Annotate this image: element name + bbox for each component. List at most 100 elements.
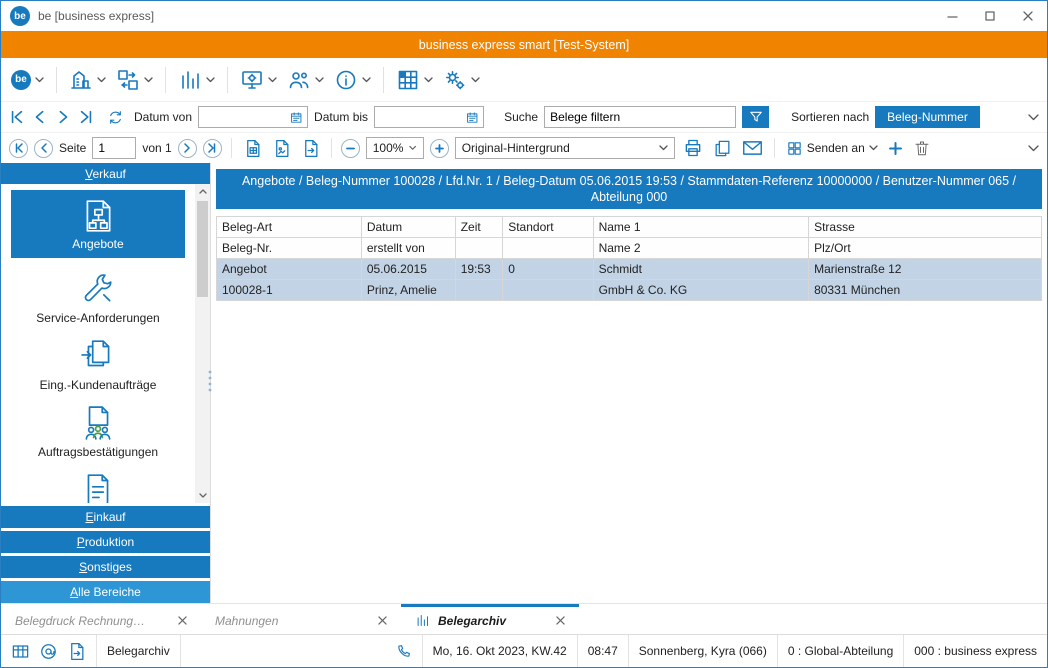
- senden-an-button[interactable]: Senden an: [784, 137, 880, 160]
- trash-icon: [913, 139, 931, 157]
- be-menu-button[interactable]: be: [9, 67, 46, 93]
- tab-mahnungen[interactable]: Mahnungen: [201, 604, 401, 634]
- copy-pages-button[interactable]: [711, 136, 734, 161]
- toolbar-divider: [227, 67, 228, 93]
- refresh-button[interactable]: [107, 109, 124, 126]
- delete-button[interactable]: [911, 136, 933, 160]
- sidebar-item-angebote[interactable]: Angebote: [11, 190, 185, 258]
- print-button[interactable]: [681, 135, 705, 161]
- sort-field-button[interactable]: Beleg-Nummer: [875, 106, 980, 128]
- maximize-button[interactable]: [971, 1, 1009, 31]
- chevron-down-icon: [268, 77, 277, 83]
- sidebar-item-service-anforderungen[interactable]: Service-Anforderungen: [1, 271, 195, 325]
- document-tabstrip: Belegdruck Rechnung… Mahnungen Belegarch…: [1, 603, 1047, 634]
- angebote-icon: [80, 198, 116, 234]
- chevron-down-icon: [315, 77, 324, 83]
- status-phone[interactable]: [385, 635, 423, 667]
- search-input[interactable]: [550, 108, 730, 126]
- first-record-button[interactable]: [9, 109, 25, 125]
- zoom-out-button[interactable]: [341, 139, 360, 158]
- preview-dropdown-chevron[interactable]: [1028, 145, 1039, 152]
- table-cell: Prinz, Amelie: [361, 280, 455, 301]
- sidebar-item-label: Eing.-Kundenaufträge: [40, 379, 157, 392]
- sort-dropdown-chevron[interactable]: [1028, 114, 1039, 121]
- minimize-icon: [947, 11, 958, 22]
- toolbar-divider: [383, 67, 384, 93]
- sidebar-section-alle-bereiche[interactable]: Alle Bereiche: [1, 581, 210, 603]
- sidebar-splitter[interactable]: [206, 368, 214, 394]
- sidebar-section-verkauf[interactable]: Verkauf: [1, 163, 210, 184]
- minus-icon: [346, 144, 355, 153]
- tab-close-icon[interactable]: [178, 616, 187, 625]
- background-select[interactable]: Original-Hintergrund: [455, 137, 675, 159]
- datum-bis-input[interactable]: [380, 108, 462, 126]
- previous-record-button[interactable]: [32, 109, 48, 125]
- table-row[interactable]: Angebot 05.06.2015 19:53 0 Schmidt Marie…: [217, 259, 1042, 280]
- company-menu-button[interactable]: [67, 65, 108, 95]
- transfer-menu-button[interactable]: [114, 65, 155, 95]
- transfer-icon: [116, 68, 140, 92]
- table-row[interactable]: 100028-1 Prinz, Amelie GmbH & Co. KG 803…: [217, 280, 1042, 301]
- window-controls: [933, 1, 1047, 31]
- sidebar-section-produktion[interactable]: Produktion: [1, 531, 210, 553]
- status-web-button[interactable]: [39, 642, 58, 661]
- page-first-button[interactable]: [9, 139, 28, 158]
- sidebar-section-einkauf[interactable]: Einkauf: [1, 506, 210, 528]
- content-area: Angebote / Beleg-Nummer 100028 / Lfd.Nr.…: [211, 163, 1047, 603]
- sidebar-item-label: Auftragsbestätigungen: [38, 446, 158, 459]
- tab-close-icon[interactable]: [378, 616, 387, 625]
- sidebar-scrollbar[interactable]: [195, 184, 210, 503]
- toolbar-divider: [774, 138, 775, 158]
- sidebar-item-partial[interactable]: [1, 472, 195, 503]
- export-image-button[interactable]: [270, 136, 293, 161]
- calendar-icon[interactable]: [290, 110, 302, 125]
- page-next-button[interactable]: [178, 139, 197, 158]
- phone-icon: [395, 643, 412, 660]
- window-title: be [business express]: [38, 9, 154, 23]
- add-button[interactable]: [886, 138, 905, 159]
- email-button[interactable]: [740, 136, 765, 160]
- tab-close-icon[interactable]: [556, 616, 565, 625]
- table-cell: [503, 280, 593, 301]
- scroll-down-button[interactable]: [195, 488, 210, 503]
- status-icons: [1, 635, 97, 667]
- last-record-button[interactable]: [78, 109, 94, 125]
- export-table-button[interactable]: [241, 136, 264, 161]
- zoom-in-button[interactable]: [430, 139, 449, 158]
- system-settings-menu-button[interactable]: [238, 65, 279, 95]
- search-field: [544, 106, 736, 128]
- page-prev-button[interactable]: [34, 139, 53, 158]
- alle-bereiche-label: Alle Bereiche: [70, 585, 141, 599]
- status-user: Sonnenberg, Kyra (066): [629, 635, 778, 667]
- table-cell: [455, 280, 503, 301]
- sidebar-item-eing-kundenauftraege[interactable]: Eing.-Kundenaufträge: [1, 338, 195, 392]
- filter-bar: Datum von Datum bis Suche Sortieren nach…: [1, 101, 1047, 132]
- user-admin-menu-button[interactable]: [285, 65, 326, 95]
- export-send-button[interactable]: [299, 136, 322, 161]
- sidebar-item-auftragsbestaetigungen[interactable]: Auftragsbestätigungen: [1, 405, 195, 459]
- tab-belegarchiv[interactable]: Belegarchiv: [401, 604, 579, 634]
- page-last-button[interactable]: [203, 139, 222, 158]
- minimize-button[interactable]: [933, 1, 971, 31]
- status-table-button[interactable]: [11, 642, 30, 661]
- next-record-button[interactable]: [55, 109, 71, 125]
- services-menu-button[interactable]: [441, 65, 482, 95]
- status-spacer: [181, 635, 385, 667]
- sidebar-scroll-area: Angebote Service-Anforderungen Eing.-Kun…: [1, 184, 210, 503]
- sidebar-item-label: Service-Anforderungen: [36, 312, 159, 325]
- filter-button[interactable]: [742, 106, 769, 128]
- info-menu-button[interactable]: [332, 65, 373, 95]
- scroll-up-button[interactable]: [195, 184, 210, 199]
- page-number-input[interactable]: [98, 139, 130, 157]
- tables-menu-button[interactable]: [394, 65, 435, 95]
- calendar-icon[interactable]: [466, 110, 478, 125]
- tab-belegdruck-rechnung[interactable]: Belegdruck Rechnung…: [1, 604, 201, 634]
- sidebar-section-sonstiges[interactable]: Sonstiges: [1, 556, 210, 578]
- close-button[interactable]: [1009, 1, 1047, 31]
- zoom-level-select[interactable]: 100%: [366, 137, 424, 159]
- datum-von-input[interactable]: [204, 108, 286, 126]
- reports-menu-button[interactable]: [176, 65, 217, 95]
- scroll-thumb[interactable]: [197, 201, 208, 297]
- prev-page-icon: [39, 143, 49, 153]
- status-export-button[interactable]: [67, 642, 86, 661]
